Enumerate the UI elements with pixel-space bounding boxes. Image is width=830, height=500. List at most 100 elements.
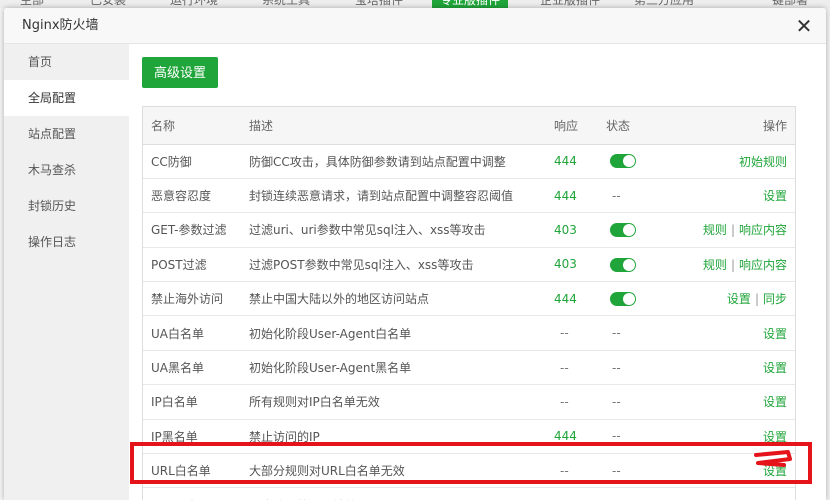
- rule-name: 禁止海外访问: [143, 281, 249, 317]
- table-row: IP黑名单 禁止访问的IP 444 -- 设置: [143, 419, 795, 455]
- rule-description: 禁止访问的URL地址: [249, 487, 554, 500]
- header-description: 描述: [249, 107, 554, 145]
- table-row: URL白名单 大部分规则对URL白名单无效 -- -- 设置: [143, 453, 795, 489]
- response-code: 444: [554, 188, 577, 203]
- table-row: GET-参数过滤 过滤uri、uri参数中常见sql注入、xss等攻击 403 规则 |…: [143, 212, 795, 248]
- background-tab: 企业版插件: [540, 0, 601, 7]
- rule-description: 初始化阶段User-Agent黑名单: [249, 350, 554, 386]
- status-empty: --: [612, 360, 621, 375]
- action-link[interactable]: 设置: [727, 292, 751, 306]
- action-link[interactable]: 设置: [763, 395, 787, 409]
- action-link[interactable]: 设置: [763, 327, 787, 341]
- response-code: 403: [554, 257, 577, 272]
- status-toggle[interactable]: [610, 292, 636, 306]
- rule-name: UA白名单: [143, 315, 249, 351]
- sidebar-item[interactable]: 站点配置: [4, 116, 129, 152]
- rule-name: POST过滤: [143, 247, 249, 283]
- table-row: 恶意容忍度 封锁连续恶意请求，请到站点配置中调整容忍阈值 444 -- 设置: [143, 178, 795, 214]
- sidebar-nav: 首页 全局配置 站点配置 木马查杀 封锁历史 操作日志: [4, 44, 129, 500]
- action-link[interactable]: 设置: [763, 361, 787, 375]
- background-tab: 宝塔插件: [355, 0, 404, 7]
- rule-name: IP白名单: [143, 384, 249, 420]
- status-empty: --: [612, 326, 621, 341]
- action-link[interactable]: 规则: [703, 223, 727, 237]
- action-link[interactable]: 初始规则: [739, 155, 787, 169]
- response-code: --: [560, 360, 569, 375]
- rule-description: 封锁连续恶意请求，请到站点配置中调整容忍阈值: [249, 178, 554, 214]
- advanced-settings-button[interactable]: 高级设置: [142, 57, 219, 88]
- sidebar-item[interactable]: 木马查杀: [4, 152, 129, 188]
- table-row: POST过滤 过滤POST参数中常见sql注入、xss等攻击 403 规则 | 响应内容: [143, 247, 795, 283]
- background-tab: 主部: [20, 0, 45, 7]
- rule-name: 恶意容忍度: [143, 178, 249, 214]
- action-link[interactable]: 设置: [763, 189, 787, 203]
- table-row: UA白名单 初始化阶段User-Agent白名单 -- -- 设置: [143, 315, 795, 351]
- response-code: --: [560, 463, 569, 478]
- response-code: --: [560, 394, 569, 409]
- table-row: 禁止海外访问 禁止中国大陆以外的地区访问站点 444 设置 | 同步: [143, 281, 795, 317]
- rules-table: 名称 描述 响应 状态 操作 CC防御 防御CC攻击，具体防御参数请到站点配置中调…: [143, 107, 795, 500]
- header-status: 状态: [606, 107, 666, 145]
- rule-description: 过滤uri、uri参数中常见sql注入、xss等攻击: [249, 212, 554, 248]
- status-empty: --: [612, 188, 621, 203]
- header-response: 响应: [554, 107, 606, 145]
- rule-description: 大部分规则对URL白名单无效: [249, 453, 554, 489]
- status-toggle[interactable]: [610, 223, 636, 238]
- status-empty: --: [612, 463, 621, 478]
- response-code: 444: [554, 291, 577, 306]
- action-link[interactable]: 设置: [763, 464, 787, 478]
- status-empty: --: [612, 394, 621, 409]
- main-content: 高级设置 名称 描述 响应 状态 操作 CC防御 防御CC攻击，具体防御参数请到站…: [129, 44, 826, 500]
- rule-description: 禁止访问的IP: [249, 419, 554, 455]
- rule-description: 过滤POST参数中常见sql注入、xss等攻击: [249, 247, 554, 283]
- dialog-header: Nginx防火墙 ✕: [4, 8, 826, 44]
- sidebar-item[interactable]: 首页: [4, 44, 129, 80]
- background-tab: 运行环境: [170, 0, 219, 7]
- rules-table-wrapper: 名称 描述 响应 状态 操作 CC防御 防御CC攻击，具体防御参数请到站点配置中调…: [142, 106, 796, 500]
- background-tab: 一键部署: [760, 0, 809, 7]
- action-link[interactable]: 响应内容: [739, 223, 787, 237]
- table-header-row: 名称 描述 响应 状态 操作: [143, 107, 795, 145]
- close-icon[interactable]: ✕: [792, 14, 816, 38]
- response-code: 444: [554, 429, 577, 444]
- action-link[interactable]: 设置: [763, 430, 787, 444]
- rule-description: 禁止中国大陆以外的地区访问站点: [249, 281, 554, 317]
- response-code: 403: [554, 222, 577, 237]
- background-tab-strip: 主部 已安装 运行环境 系统工具 宝塔插件 专业版插件 企业版插件 第三方应用 一键部署: [0, 0, 830, 8]
- background-tab: 第三方应用: [634, 0, 695, 7]
- sidebar-item[interactable]: 操作日志: [4, 224, 129, 260]
- rule-name: IP黑名单: [143, 419, 249, 455]
- action-separator: |: [730, 257, 735, 272]
- rule-description: 所有规则对IP白名单无效: [249, 384, 554, 420]
- dialog-title: Nginx防火墙: [22, 18, 99, 33]
- status-toggle[interactable]: [610, 257, 636, 272]
- response-code: --: [560, 326, 569, 341]
- action-link[interactable]: 同步: [763, 292, 787, 306]
- rule-name: CC防御: [143, 144, 249, 179]
- rule-description: 防御CC攻击，具体防御参数请到站点配置中调整: [249, 144, 554, 179]
- status-toggle[interactable]: [610, 154, 636, 169]
- header-name: 名称: [143, 107, 249, 145]
- sidebar-item[interactable]: 封锁历史: [4, 188, 129, 224]
- sidebar-item[interactable]: 全局配置: [4, 80, 129, 116]
- background-tab: 系统工具: [262, 0, 311, 7]
- header-actions: 操作: [666, 107, 795, 145]
- firewall-dialog: Nginx防火墙 ✕ 首页 全局配置 站点配置 木马查杀 封锁历史 操作日志 高级设置 名…: [4, 8, 826, 500]
- action-link[interactable]: 响应内容: [739, 258, 787, 272]
- action-link[interactable]: 规则: [703, 258, 727, 272]
- status-empty: --: [612, 429, 621, 444]
- background-tab: 已安装: [90, 0, 127, 7]
- table-row: UA黑名单 初始化阶段User-Agent黑名单 -- -- 设置: [143, 350, 795, 386]
- rule-name: URL黑名单: [143, 487, 249, 500]
- table-row: URL黑名单禁止访问的URL地址403--设置: [143, 487, 795, 500]
- action-separator: |: [730, 223, 735, 238]
- rule-name: GET-参数过滤: [143, 212, 249, 248]
- rule-description: 初始化阶段User-Agent白名单: [249, 315, 554, 351]
- table-row: CC防御 防御CC攻击，具体防御参数请到站点配置中调整 444 初始规则: [143, 144, 795, 179]
- response-code: 444: [554, 154, 577, 169]
- action-separator: |: [754, 292, 759, 307]
- background-tab: 专业版插件: [432, 0, 509, 8]
- rule-name: UA黑名单: [143, 350, 249, 386]
- rule-name: URL白名单: [143, 453, 249, 489]
- table-row: IP白名单 所有规则对IP白名单无效 -- -- 设置: [143, 384, 795, 420]
